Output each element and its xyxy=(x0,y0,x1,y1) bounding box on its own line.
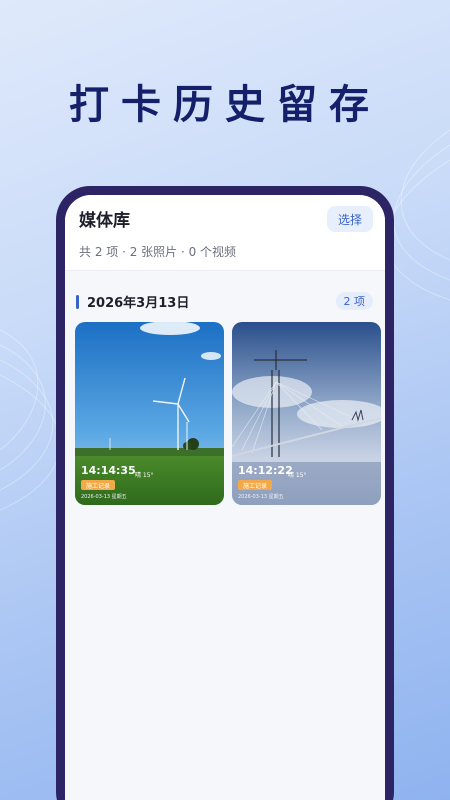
date-section-header: 2026年3月13日 2 项 xyxy=(65,271,385,315)
photo-card[interactable]: 14:14:35 晴 15° 施工记录 2026-03-13 星期五 xyxy=(75,322,224,505)
photo-tag: 施工记录 xyxy=(81,480,116,490)
photo-card[interactable]: 14:12:22 晴 15° 施工记录 2026-03-13 星期五 xyxy=(232,322,381,505)
phone-frame: 媒体库 选择 共 2 项 · 2 张照片 · 0 个视频 2026年3月13日 … xyxy=(56,186,394,800)
phone-screen: 媒体库 选择 共 2 项 · 2 张照片 · 0 个视频 2026年3月13日 … xyxy=(65,195,385,800)
media-summary: 共 2 项 · 2 张照片 · 0 个视频 xyxy=(79,245,237,259)
section-date: 2026年3月13日 xyxy=(87,296,190,311)
page-title: 媒体库 xyxy=(79,211,130,231)
photo-subtitle: 2026-03-13 星期五 xyxy=(238,494,284,500)
photo-subtitle: 2026-03-13 星期五 xyxy=(81,494,127,500)
photo-weather: 晴 15° xyxy=(135,472,154,479)
select-button[interactable]: 选择 xyxy=(327,206,373,232)
section-accent-bar xyxy=(76,295,79,309)
photo-weather: 晴 15° xyxy=(288,472,307,479)
photo-grid: 14:14:35 晴 15° 施工记录 2026-03-13 星期五 14:12… xyxy=(75,322,382,505)
photo-time: 14:14:35 xyxy=(81,464,136,477)
section-count-badge: 2 项 xyxy=(335,292,373,310)
photo-tag: 施工记录 xyxy=(238,480,273,490)
page-headline: 打卡历史留存 xyxy=(69,82,381,128)
photo-time: 14:12:22 xyxy=(238,464,293,477)
app-header: 媒体库 选择 共 2 项 · 2 张照片 · 0 个视频 xyxy=(65,195,385,271)
